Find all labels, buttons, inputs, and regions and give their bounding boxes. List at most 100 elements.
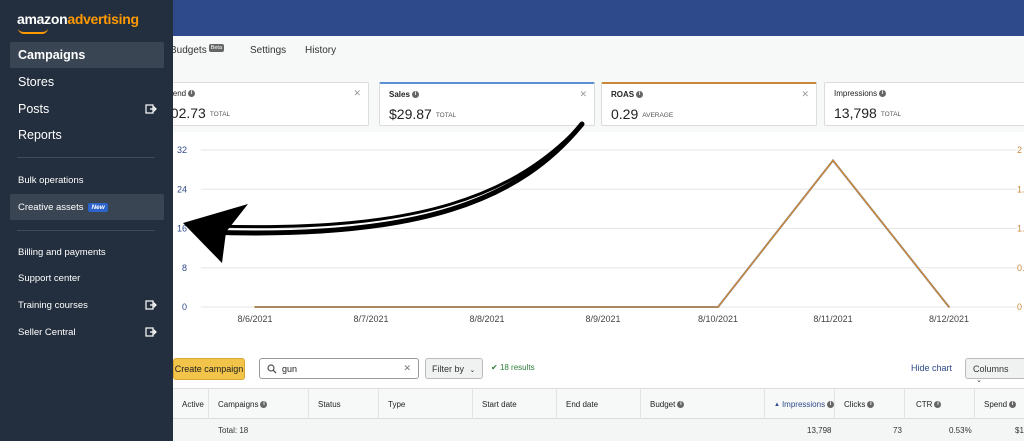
- table-total-row: Total: 18 13,798 73 0.53% $1: [173, 419, 1024, 441]
- create-campaign-button[interactable]: Create campaign: [173, 358, 245, 380]
- y2-axis-tick-label: 1.: [1017, 184, 1024, 194]
- info-icon: i: [867, 401, 875, 408]
- table-header: Active Campaigns i Status Type Start date…: [173, 388, 1024, 420]
- series-line-0: [255, 158, 950, 308]
- column-header-status[interactable]: Status: [309, 389, 379, 420]
- x-axis-tick-label: 8/12/2021: [929, 314, 969, 324]
- y-axis-tick-label: 32: [177, 145, 187, 155]
- sidebar-item-seller-central[interactable]: Seller Central: [10, 319, 164, 345]
- y2-axis-tick-label: 0: [1017, 302, 1022, 312]
- sidebar-item-posts[interactable]: Posts: [10, 96, 164, 122]
- metric-value: 13,798 TOTAL: [834, 105, 902, 121]
- metric-label: Sales i: [389, 90, 419, 99]
- data-point: [717, 306, 719, 308]
- beta-badge: Beta: [208, 44, 225, 52]
- sidebar-item-label: Support center: [18, 272, 81, 284]
- info-icon: i: [1009, 401, 1017, 408]
- info-icon: i: [827, 401, 834, 408]
- sidebar-divider: [17, 157, 155, 158]
- metric-card-impressions[interactable]: Impressions i 13,798 TOTAL: [824, 82, 1024, 126]
- sidebar-item-stores[interactable]: Stores: [10, 69, 164, 95]
- sidebar-item-label: Billing and payments: [18, 246, 106, 258]
- info-icon: i: [411, 91, 419, 99]
- x-axis-tick-label: 8/11/2021: [813, 314, 852, 324]
- y2-axis-tick-label: 2: [1017, 145, 1022, 155]
- column-header-spend[interactable]: Spend i: [975, 389, 1024, 420]
- sidebar-item-campaigns[interactable]: Campaigns: [10, 42, 164, 68]
- clear-search-icon[interactable]: ✕: [403, 363, 411, 374]
- sidebar-item-support-center[interactable]: Support center: [10, 265, 164, 291]
- tab-label: Budgets: [170, 45, 207, 56]
- hide-chart-link[interactable]: Hide chart: [911, 363, 952, 373]
- close-icon[interactable]: ✕: [579, 89, 587, 100]
- external-link-icon: [145, 104, 157, 114]
- metric-value: $29.87 TOTAL: [389, 106, 457, 122]
- columns-dropdown[interactable]: Columns ⌄: [965, 358, 1024, 384]
- data-point: [254, 306, 256, 308]
- tab-budgets[interactable]: Budgets Beta: [170, 44, 225, 56]
- y2-axis-tick-label: 1.: [1017, 224, 1024, 234]
- chevron-down-icon: ⌄: [469, 367, 476, 374]
- column-header-type[interactable]: Type: [379, 389, 473, 420]
- data-point: [832, 159, 834, 162]
- sidebar-item-reports[interactable]: Reports: [10, 122, 164, 148]
- data-point: [486, 306, 488, 308]
- metric-card-roas[interactable]: ROAS i 0.29 AVERAGE ✕: [601, 82, 817, 126]
- sidebar-item-label: Posts: [18, 102, 50, 116]
- metric-card-spend[interactable]: Spend i 102.73 TOTAL ✕: [153, 82, 369, 126]
- column-header-campaigns[interactable]: Campaigns i: [209, 389, 309, 420]
- data-point: [602, 306, 604, 308]
- column-header-ctr[interactable]: CTR i: [905, 389, 975, 420]
- search-input[interactable]: gun ✕: [259, 358, 419, 379]
- new-badge: New: [88, 202, 108, 212]
- metric-label: ROAS i: [611, 90, 644, 99]
- performance-chart: 0 8 16 24 32 0 0. 1. 1. 2 8/6/2021 8/7/2021 8/8/2021…: [177, 145, 1024, 324]
- sidebar-item-label: Reports: [18, 128, 62, 142]
- column-header-end-date[interactable]: End date: [557, 389, 641, 420]
- sidebar-item-creative-assets[interactable]: Creative assets New: [10, 194, 164, 220]
- y-axis-tick-label: 16: [177, 224, 187, 234]
- smile-logo-icon: [18, 28, 48, 34]
- y-axis-tick-label: 24: [177, 184, 187, 194]
- close-icon[interactable]: ✕: [353, 88, 361, 99]
- y-axis-tick-label: 8: [182, 263, 187, 273]
- sidebar-item-billing[interactable]: Billing and payments: [10, 239, 164, 265]
- tab-settings[interactable]: Settings: [250, 45, 286, 56]
- sidebar-item-bulk-operations[interactable]: Bulk operations: [10, 167, 164, 193]
- column-header-start-date[interactable]: Start date: [473, 389, 557, 420]
- sidebar-item-label: Creative assets: [18, 201, 84, 213]
- y-axis-tick-label: 0: [182, 302, 187, 312]
- metric-card-sales[interactable]: Sales i $29.87 TOTAL ✕: [379, 82, 595, 126]
- sidebar-item-label: Campaigns: [18, 48, 86, 62]
- data-point: [948, 306, 950, 308]
- x-axis-tick-label: 8/6/2021: [237, 314, 272, 324]
- filter-by-dropdown[interactable]: Filter by ⌄: [425, 358, 483, 379]
- info-icon: i: [260, 401, 268, 408]
- total-campaigns: Total: 18: [218, 426, 249, 435]
- amazon-advertising-logo[interactable]: amazonadvertising: [17, 11, 139, 34]
- total-clicks: 73: [893, 426, 902, 435]
- x-axis-tick-label: 8/9/2021: [585, 314, 620, 324]
- sidebar: amazonadvertising Campaigns Stores Posts…: [0, 0, 173, 441]
- column-header-clicks[interactable]: Clicks i: [835, 389, 905, 420]
- total-spend: $1: [1015, 426, 1024, 435]
- campaigns-table: Active Campaigns i Status Type Start date…: [173, 388, 1024, 441]
- sidebar-item-training-courses[interactable]: Training courses: [10, 292, 164, 318]
- info-icon: i: [636, 91, 644, 99]
- search-icon: [267, 364, 277, 374]
- info-icon: i: [879, 90, 887, 98]
- y2-axis-tick-label: 0.: [1017, 263, 1024, 273]
- results-text: 18 results: [499, 363, 535, 372]
- sort-asc-icon: ▲: [774, 401, 780, 408]
- column-header-impressions[interactable]: ▲ Impressions i: [765, 389, 835, 420]
- total-impressions: 13,798: [807, 426, 832, 435]
- column-header-budget[interactable]: Budget i: [641, 389, 765, 420]
- close-icon[interactable]: ✕: [801, 89, 809, 100]
- column-header-active[interactable]: Active: [173, 389, 209, 420]
- sidebar-item-label: Bulk operations: [18, 174, 84, 186]
- tab-history[interactable]: History: [305, 45, 336, 56]
- external-link-icon: [145, 327, 157, 337]
- chevron-down-icon: ⌄: [976, 377, 982, 384]
- sidebar-item-label: Stores: [18, 75, 55, 89]
- dropdown-label: Filter by: [432, 364, 465, 374]
